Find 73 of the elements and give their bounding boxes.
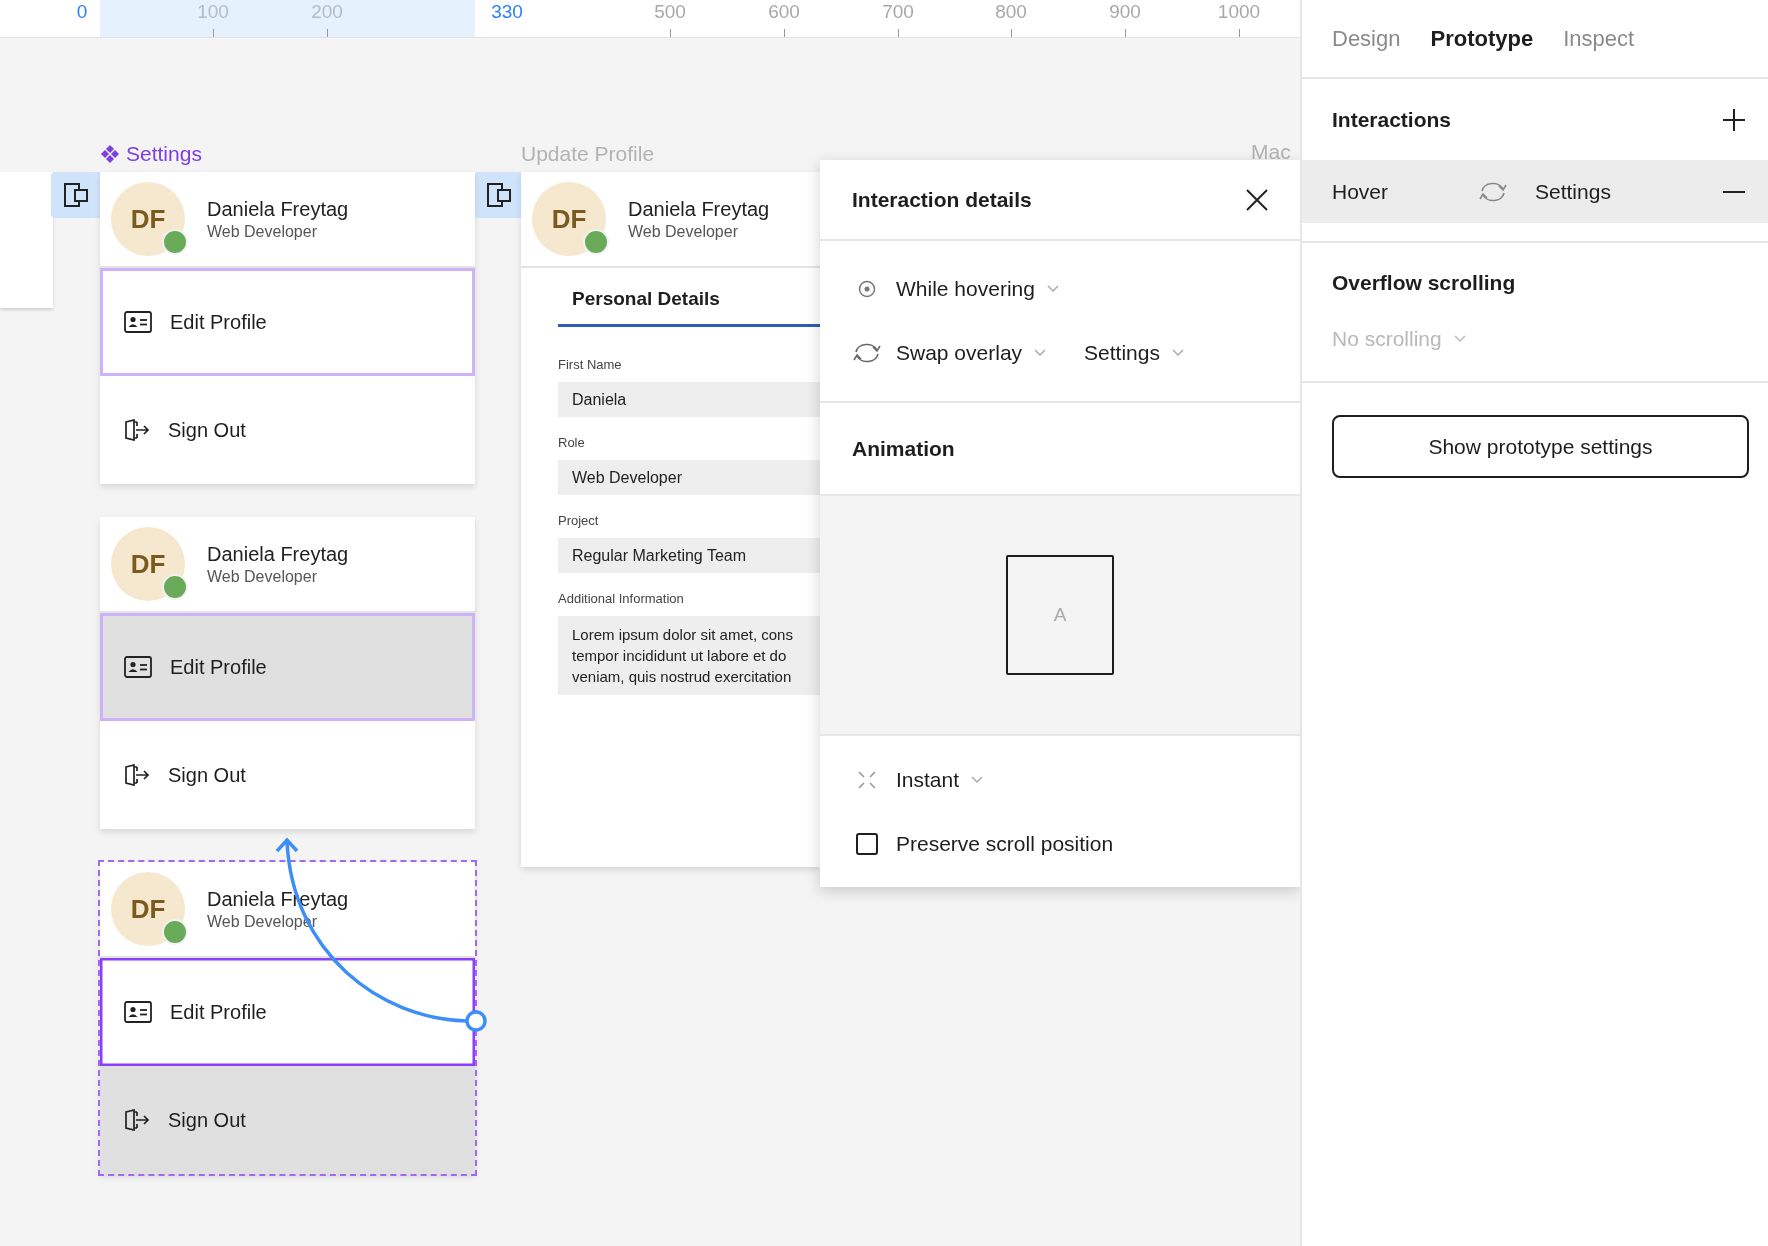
ruler-label: 330 bbox=[491, 1, 523, 23]
menu-item[interactable]: Sign Out bbox=[100, 1066, 475, 1174]
section-title: Animation bbox=[852, 436, 955, 461]
plus-icon bbox=[1722, 107, 1746, 132]
interaction-row[interactable]: Hover Settings bbox=[1302, 160, 1768, 223]
frame-tag[interactable] bbox=[474, 172, 523, 218]
trigger-dropdown[interactable]: While hovering bbox=[896, 275, 1059, 303]
menu-item[interactable]: Edit Profile bbox=[100, 958, 475, 1066]
section-title: Overflow scrolling bbox=[1332, 271, 1516, 295]
ruler-label: 1000 bbox=[1217, 1, 1261, 23]
ruler-label: 700 bbox=[882, 1, 914, 23]
device-frame-icon bbox=[485, 182, 512, 208]
input-field[interactable]: Web Developer bbox=[558, 460, 820, 495]
user-role: Web Developer bbox=[207, 222, 318, 241]
id-card-icon bbox=[124, 1001, 152, 1023]
text-area[interactable]: Lorem ipsum dolor sit amet, cons tempor incididunt ut labore et do veniam, quis nostrud exercitation bbox=[558, 616, 820, 695]
dialog-title: Interaction details bbox=[852, 187, 1032, 212]
settings-card[interactable]: DF Daniela Freytag Web Developer Edit Profile Sign Out bbox=[100, 172, 475, 484]
input-field[interactable]: Regular Marketing Team bbox=[558, 538, 820, 573]
chevron-down-icon bbox=[971, 776, 984, 784]
user-role: Web Developer bbox=[628, 222, 739, 241]
show-prototype-settings-button[interactable]: Show prototype settings bbox=[1332, 415, 1749, 478]
id-card-icon bbox=[124, 311, 152, 333]
menu-item[interactable]: Edit Profile bbox=[100, 613, 475, 721]
checkbox-label: Preserve scroll position bbox=[896, 832, 1114, 856]
field-label: Additional Information bbox=[558, 591, 685, 606]
interaction-target: Settings bbox=[1535, 179, 1612, 204]
close-icon bbox=[1245, 187, 1269, 212]
ruler-label: 600 bbox=[768, 1, 800, 23]
frame-title[interactable]: Settings bbox=[126, 142, 202, 166]
field-label: Role bbox=[558, 435, 586, 450]
chevron-down-icon bbox=[1453, 335, 1466, 343]
ruler-label: 500 bbox=[654, 1, 686, 23]
settings-card[interactable]: DF Daniela Freytag Web Developer Edit Profile Sign Out bbox=[100, 517, 475, 829]
field-label: First Name bbox=[558, 357, 623, 372]
interaction-trigger: Hover bbox=[1332, 179, 1390, 204]
avatar-initials: DF bbox=[130, 893, 166, 925]
id-card-icon bbox=[124, 656, 152, 678]
chevron-down-icon bbox=[1171, 349, 1184, 357]
panel-tab[interactable]: Prototype bbox=[1430, 25, 1534, 52]
section-title: Interactions bbox=[1332, 107, 1452, 132]
minus-icon bbox=[1722, 189, 1746, 194]
menu-item[interactable]: Edit Profile bbox=[100, 268, 475, 376]
user-name: Daniela Freytag bbox=[207, 542, 349, 566]
input-field[interactable]: Daniela bbox=[558, 382, 820, 417]
ruler-label: 900 bbox=[1109, 1, 1141, 23]
transition-dropdown[interactable]: Instant bbox=[896, 766, 984, 794]
avatar-initials: DF bbox=[130, 548, 166, 580]
frame-tag[interactable] bbox=[51, 172, 100, 218]
field-label: Project bbox=[558, 513, 600, 528]
preview-frame: A bbox=[1006, 555, 1114, 675]
component-icon bbox=[100, 144, 120, 164]
sign-out-icon bbox=[124, 1109, 150, 1131]
action-dropdown[interactable]: Swap overlay bbox=[896, 339, 1047, 367]
avatar-initials: DF bbox=[130, 203, 166, 235]
user-name: Daniela Freytag bbox=[628, 197, 770, 221]
menu-item[interactable]: Sign Out bbox=[100, 721, 475, 829]
ruler-label: 0 bbox=[76, 1, 88, 23]
avatar-initials: DF bbox=[551, 203, 587, 235]
ruler-label: 800 bbox=[995, 1, 1027, 23]
ruler-label: 200 bbox=[311, 1, 343, 23]
menu-item[interactable]: Sign Out bbox=[100, 376, 475, 484]
chevron-down-icon bbox=[1046, 285, 1059, 293]
user-name: Daniela Freytag bbox=[207, 197, 349, 221]
checkbox[interactable] bbox=[856, 833, 878, 855]
destination-dropdown[interactable]: Settings bbox=[1084, 339, 1184, 367]
user-role: Web Developer bbox=[207, 567, 318, 586]
device-frame-icon bbox=[62, 182, 89, 208]
sign-out-icon bbox=[124, 764, 150, 786]
chevron-down-icon bbox=[1034, 349, 1047, 357]
swap-icon bbox=[852, 341, 882, 365]
ruler-label: 100 bbox=[197, 1, 229, 23]
sign-out-icon bbox=[124, 419, 150, 441]
